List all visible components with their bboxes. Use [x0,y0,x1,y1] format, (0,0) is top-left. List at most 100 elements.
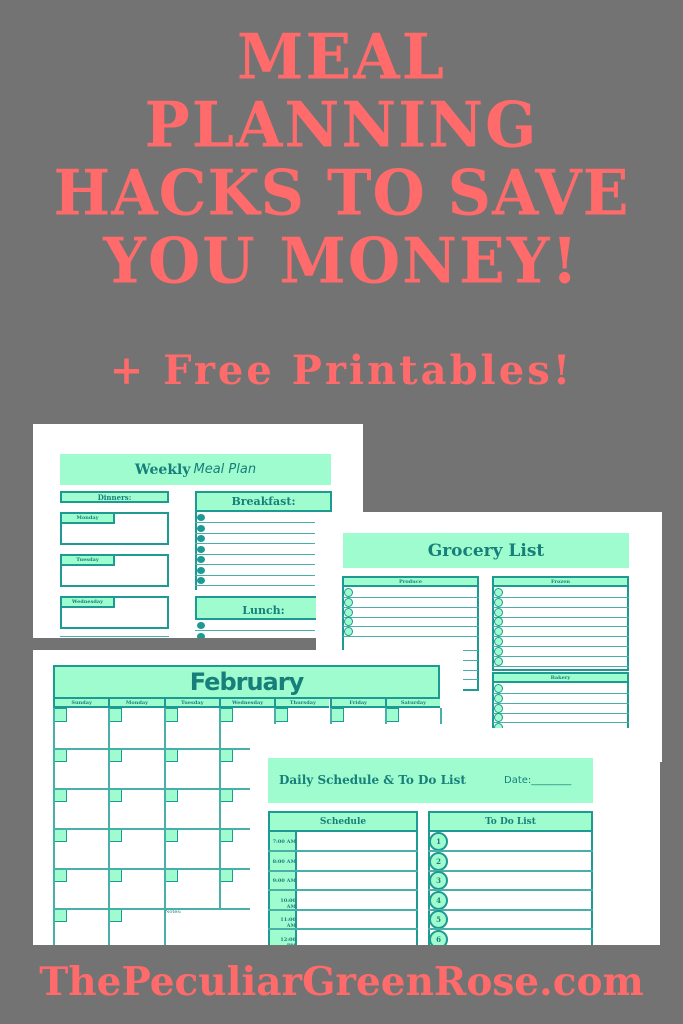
lunch-header: Lunch: [195,596,332,620]
time-label: 7:00 AM [272,839,296,845]
entry-line [343,616,479,618]
entry-line [195,585,315,586]
headline-line-4: YOU MONEY! [103,224,580,299]
date-box [218,748,233,762]
entry-line [493,665,629,667]
date-box [53,748,67,762]
entry-line [343,606,479,608]
day-label-monday: Monday [60,512,115,524]
entry-line [195,574,315,576]
entry-line [493,597,629,598]
date-box [329,708,344,722]
checkbox-icon [344,607,353,617]
bullet-icon [197,524,205,532]
grocery-title: Grocery List [343,533,629,568]
date-box [108,748,123,762]
date-box [163,788,178,802]
column-line [53,708,55,945]
todo-number-6: 6 [429,929,448,945]
date-box [163,748,178,762]
meal-plan-title-script: Meal Plan [193,462,257,477]
schedule-row-line [268,908,418,911]
date-field: Date:________ [504,775,572,786]
bullet-icon [197,535,205,542]
date-box [108,868,123,882]
entry-line [195,630,315,631]
daily-schedule-printable: Daily Schedule & To Do List Date:_______… [250,728,660,945]
checkbox-icon [494,703,503,713]
entry-line [195,522,315,523]
date-box [163,828,178,842]
entry-line [493,655,629,657]
headline-line-2: PLANNING [144,88,539,163]
entry-line [195,564,315,565]
date-box [53,908,67,922]
entry-line [493,693,629,694]
checkbox-icon [494,656,503,666]
schedule-row-line [268,928,418,930]
column-line [329,708,332,724]
bullet-icon [197,632,205,638]
todo-row-line [428,908,593,911]
checkbox-icon [494,597,503,607]
meal-plan-title: Weekly Meal Plan [60,454,331,485]
entry-line [493,626,629,628]
entry-line [195,553,315,555]
todo-number-5: 5 [429,910,448,929]
date-box [218,828,233,842]
weekly-meal-plan-printable: Weekly Meal Plan Dinners: Monday Tuesday… [33,424,363,638]
todo-header: To Do List [428,811,593,832]
date-box [108,788,123,802]
entry-line [195,532,315,534]
weekday-saturday: Saturday [384,699,441,708]
bullet-icon [197,622,205,629]
day-label-tuesday: Tuesday [60,554,115,566]
day-label-wednesday: Wednesday [60,596,115,608]
weekday-wednesday: Wednesday [218,699,275,708]
bullet-icon [197,545,205,553]
date-box [218,708,233,722]
calendar-month: February [53,665,440,699]
headline-line-3: HACKS TO SAVE [53,156,630,231]
todo-row-line [428,928,593,930]
schedule-row-line [268,850,418,852]
checkbox-icon [344,597,353,607]
todo-number-2: 2 [429,851,448,871]
entry-line [493,712,629,714]
entry-line [493,646,629,647]
date-box [218,868,233,882]
weekday-monday: Monday [108,699,164,708]
date-box [218,788,233,802]
weekday-sunday: Sunday [53,699,109,708]
schedule-header: Schedule [268,811,418,832]
entry-line [493,616,629,618]
date-box [53,708,67,722]
bullet-icon [197,556,205,563]
column-line [440,708,443,724]
entry-line [343,597,479,598]
checkbox-icon [494,646,503,656]
meal-plan-title-bold: Weekly [134,461,191,478]
checkbox-icon [494,693,503,703]
todo-number-4: 4 [429,890,448,910]
entry-line [343,626,479,628]
date-box [53,828,67,842]
column-line [384,708,387,724]
daily-title: Daily Schedule & To Do List [279,773,466,787]
column-line [274,708,277,724]
date-box [108,908,123,922]
column-line [108,708,111,945]
entry-line [493,636,629,638]
time-label: 12:00 PM [280,936,296,946]
dinners-header: Dinners: [60,491,169,503]
todo-number-1: 1 [429,832,448,851]
entry-line [493,722,629,724]
todo-row-line [428,869,593,872]
entry-line [343,636,479,638]
date-box [274,708,289,722]
schedule-row-line [268,889,418,891]
time-label: 9:00 AM [272,878,296,884]
website-url: ThePeculiarGreenRose.com [39,959,644,1005]
todo-row-line [428,889,593,891]
date-box [163,708,178,722]
